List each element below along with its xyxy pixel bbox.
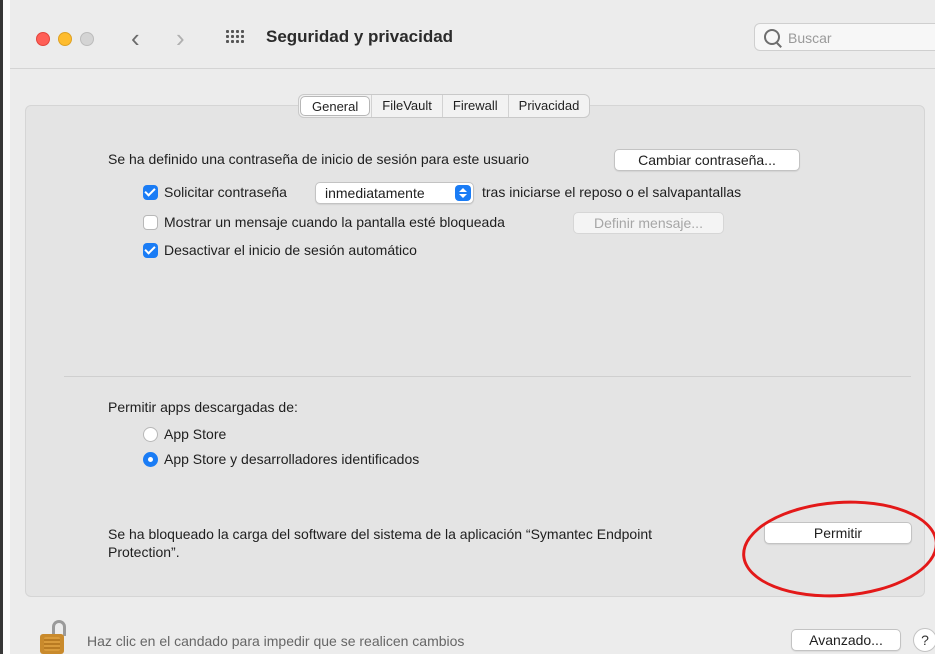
require-password-select[interactable]: inmediatamente (315, 182, 474, 204)
title-bar: ‹ › Seguridad y privacidad Buscar (10, 0, 935, 69)
require-password-select-value: inmediatamente (325, 185, 425, 201)
tab-privacy[interactable]: Privacidad (507, 95, 590, 117)
radio-app-store-identified[interactable] (143, 452, 158, 467)
radio-app-store-identified-label: App Store y desarrolladores identificado… (164, 451, 420, 467)
tab-general[interactable]: General (300, 96, 371, 116)
zoom-window-button[interactable] (80, 32, 94, 46)
downloads-heading: Permitir apps descargadas de: (108, 399, 298, 415)
disable-autologin-checkbox[interactable] (143, 243, 158, 258)
section-divider (64, 376, 911, 377)
show-message-label: Mostrar un mensaje cuando la pantalla es… (164, 214, 505, 230)
disable-autologin-label: Desactivar el inicio de sesión automátic… (164, 242, 417, 258)
change-password-button[interactable]: Cambiar contraseña... (614, 149, 800, 171)
help-button[interactable]: ? (913, 628, 935, 652)
back-chevron-icon[interactable]: ‹ (131, 23, 140, 53)
radio-app-store-label: App Store (164, 426, 227, 442)
show-message-checkbox[interactable] (143, 215, 158, 230)
require-password-suffix: tras iniciarse el reposo o el salvapanta… (482, 184, 742, 200)
search-placeholder: Buscar (788, 30, 832, 46)
search-icon (764, 29, 780, 45)
password-set-text: Se ha definido una contraseña de inicio … (108, 151, 530, 167)
advanced-button[interactable]: Avanzado... (791, 629, 901, 651)
require-password-checkbox[interactable] (143, 185, 158, 200)
set-message-button[interactable]: Definir mensaje... (573, 212, 724, 234)
window-title: Seguridad y privacidad (266, 27, 454, 46)
tab-firewall[interactable]: Firewall (441, 95, 508, 117)
tab-bar: General FileVault Firewall Privacidad (298, 94, 591, 118)
blocked-message-line2: Protection”. (108, 544, 180, 560)
close-window-button[interactable] (36, 32, 50, 46)
forward-chevron-icon[interactable]: › (176, 23, 185, 53)
blocked-message-line1: Se ha bloqueado la carga del software de… (108, 526, 652, 542)
minimize-window-button[interactable] (58, 32, 72, 46)
select-arrows-icon (455, 185, 471, 201)
radio-app-store[interactable] (143, 427, 158, 442)
window-edge (0, 0, 3, 654)
search-field[interactable]: Buscar (754, 23, 935, 51)
lock-icon[interactable] (38, 620, 72, 654)
require-password-label: Solicitar contraseña (164, 184, 287, 200)
tab-filevault[interactable]: FileVault (371, 95, 442, 117)
show-all-grid-icon[interactable] (226, 30, 246, 46)
lock-hint-text: Haz clic en el candado para impedir que … (87, 633, 465, 649)
